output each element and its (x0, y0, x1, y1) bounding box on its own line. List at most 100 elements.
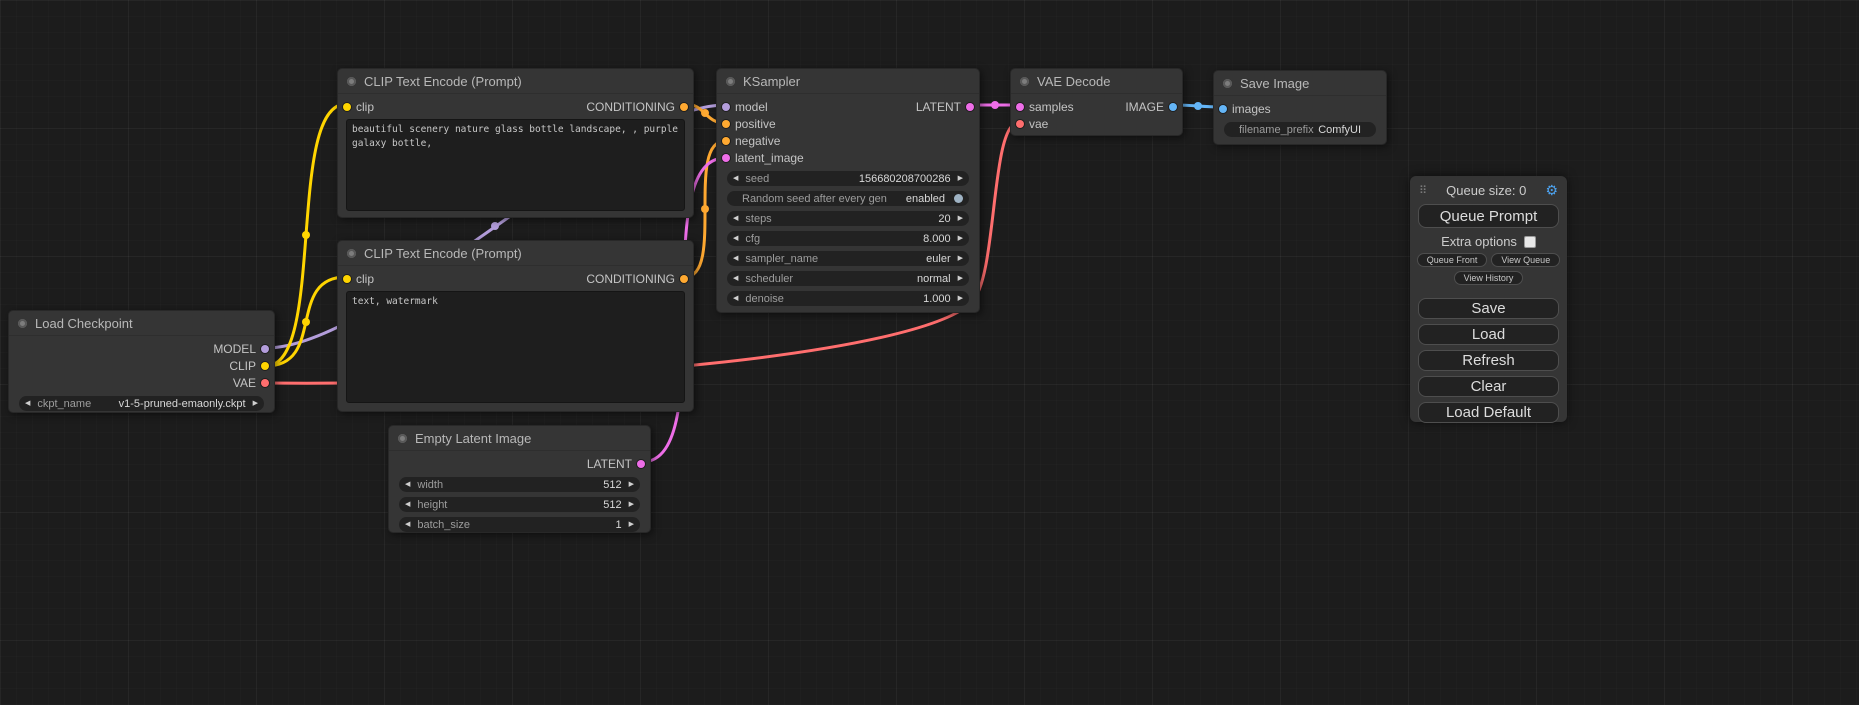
scheduler-widget[interactable]: ◀ scheduler normal ▶ (727, 271, 969, 286)
node-titlebar[interactable]: Load Checkpoint (9, 311, 274, 336)
node-vae-decode[interactable]: VAE Decode samples IMAGE vae (1010, 68, 1183, 136)
queue-front-button[interactable]: Queue Front (1417, 253, 1488, 267)
decrement-arrow-icon[interactable]: ◀ (25, 400, 30, 407)
output-slot-vae[interactable]: VAE (233, 376, 269, 390)
steps-widget[interactable]: ◀ steps 20 ▶ (727, 211, 969, 226)
input-slot-clip[interactable]: clip (343, 272, 374, 286)
output-slot-image[interactable]: IMAGE (1125, 100, 1177, 114)
ckpt-name-widget[interactable]: ◀ ckpt_name v1-5-pruned-emaonly.ckpt ▶ (19, 396, 264, 411)
node-save-image[interactable]: Save Image images filename_prefix ComfyU… (1213, 70, 1387, 145)
save-button[interactable]: Save (1418, 298, 1559, 319)
collapse-toggle-icon[interactable] (1020, 77, 1029, 86)
output-slot-conditioning[interactable]: CONDITIONING (586, 272, 688, 286)
decrement-arrow-icon[interactable]: ◀ (405, 521, 410, 528)
latent-port-icon[interactable] (637, 460, 645, 468)
image-port-icon[interactable] (1219, 105, 1227, 113)
random-seed-toggle-widget[interactable]: Random seed after every gen enabled (727, 191, 969, 206)
increment-arrow-icon[interactable]: ▶ (253, 400, 258, 407)
node-load-checkpoint[interactable]: Load Checkpoint MODEL CLIP VAE ◀ ckpt_na… (8, 310, 275, 413)
output-slot-model[interactable]: MODEL (213, 342, 269, 356)
input-slot-model[interactable]: model (722, 100, 768, 114)
output-slot-conditioning[interactable]: CONDITIONING (586, 100, 688, 114)
positive-prompt-textarea[interactable]: beautiful scenery nature glass bottle la… (346, 119, 685, 211)
collapse-toggle-icon[interactable] (398, 434, 407, 443)
node-titlebar[interactable]: Save Image (1214, 71, 1386, 96)
input-slot-samples[interactable]: samples (1016, 100, 1074, 114)
image-port-icon[interactable] (1169, 103, 1177, 111)
denoise-widget[interactable]: ◀ denoise 1.000 ▶ (727, 291, 969, 306)
node-titlebar[interactable]: Empty Latent Image (389, 426, 650, 451)
increment-arrow-icon[interactable]: ▶ (629, 481, 634, 488)
decrement-arrow-icon[interactable]: ◀ (733, 255, 738, 262)
wire-model-midpoint-dot[interactable] (491, 222, 499, 230)
decrement-arrow-icon[interactable]: ◀ (733, 275, 738, 282)
conditioning-port-icon[interactable] (722, 137, 730, 145)
wire-samples-midpoint-dot[interactable] (991, 101, 999, 109)
input-slot-positive[interactable]: positive (722, 117, 776, 131)
clear-button[interactable]: Clear (1418, 376, 1559, 397)
refresh-button[interactable]: Refresh (1418, 350, 1559, 371)
increment-arrow-icon[interactable]: ▶ (958, 215, 963, 222)
node-titlebar[interactable]: VAE Decode (1011, 69, 1182, 94)
wire-image-midpoint-dot[interactable] (1194, 102, 1202, 110)
toggle-knob-icon[interactable] (954, 194, 963, 203)
decrement-arrow-icon[interactable]: ◀ (733, 235, 738, 242)
collapse-toggle-icon[interactable] (347, 77, 356, 86)
latent-port-icon[interactable] (1016, 103, 1024, 111)
node-titlebar[interactable]: CLIP Text Encode (Prompt) (338, 241, 693, 266)
increment-arrow-icon[interactable]: ▶ (629, 501, 634, 508)
seed-widget[interactable]: ◀ seed 156680208700286 ▶ (727, 171, 969, 186)
increment-arrow-icon[interactable]: ▶ (958, 255, 963, 262)
conditioning-port-icon[interactable] (680, 275, 688, 283)
node-clip-text-encode-negative[interactable]: CLIP Text Encode (Prompt) clip CONDITION… (337, 240, 694, 412)
input-slot-latent-image[interactable]: latent_image (722, 151, 804, 165)
load-default-button[interactable]: Load Default (1418, 402, 1559, 423)
node-titlebar[interactable]: KSampler (717, 69, 979, 94)
height-widget[interactable]: ◀ height 512 ▶ (399, 497, 640, 512)
load-button[interactable]: Load (1418, 324, 1559, 345)
model-port-icon[interactable] (261, 345, 269, 353)
wire-clip-positive-midpoint-dot[interactable] (302, 231, 310, 239)
view-history-button[interactable]: View History (1454, 271, 1524, 285)
collapse-toggle-icon[interactable] (726, 77, 735, 86)
view-queue-button[interactable]: View Queue (1491, 253, 1560, 267)
width-widget[interactable]: ◀ width 512 ▶ (399, 477, 640, 492)
increment-arrow-icon[interactable]: ▶ (958, 295, 963, 302)
node-ksampler[interactable]: KSampler model LATENT positive negative … (716, 68, 980, 313)
conditioning-port-icon[interactable] (722, 120, 730, 128)
output-slot-clip[interactable]: CLIP (229, 359, 269, 373)
wire-clip-negative-midpoint-dot[interactable] (302, 318, 310, 326)
collapse-toggle-icon[interactable] (1223, 79, 1232, 88)
queue-prompt-button[interactable]: Queue Prompt (1418, 204, 1559, 228)
wire-conditioning-negative-midpoint-dot[interactable] (701, 205, 709, 213)
filename-prefix-widget[interactable]: filename_prefix ComfyUI (1224, 122, 1376, 137)
input-slot-images[interactable]: images (1219, 102, 1271, 116)
input-slot-negative[interactable]: negative (722, 134, 780, 148)
decrement-arrow-icon[interactable]: ◀ (733, 215, 738, 222)
node-clip-text-encode-positive[interactable]: CLIP Text Encode (Prompt) clip CONDITION… (337, 68, 694, 218)
increment-arrow-icon[interactable]: ▶ (958, 175, 963, 182)
decrement-arrow-icon[interactable]: ◀ (405, 481, 410, 488)
cfg-widget[interactable]: ◀ cfg 8.000 ▶ (727, 231, 969, 246)
latent-port-icon[interactable] (722, 154, 730, 162)
clip-port-icon[interactable] (343, 275, 351, 283)
decrement-arrow-icon[interactable]: ◀ (405, 501, 410, 508)
decrement-arrow-icon[interactable]: ◀ (733, 175, 738, 182)
input-slot-clip[interactable]: clip (343, 100, 374, 114)
vae-port-icon[interactable] (1016, 120, 1024, 128)
clip-port-icon[interactable] (261, 362, 269, 370)
collapse-toggle-icon[interactable] (18, 319, 27, 328)
clip-port-icon[interactable] (343, 103, 351, 111)
decrement-arrow-icon[interactable]: ◀ (733, 295, 738, 302)
wire-conditioning-positive-midpoint-dot[interactable] (701, 109, 709, 117)
collapse-toggle-icon[interactable] (347, 249, 356, 258)
model-port-icon[interactable] (722, 103, 730, 111)
increment-arrow-icon[interactable]: ▶ (629, 521, 634, 528)
output-slot-latent[interactable]: LATENT (916, 100, 974, 114)
increment-arrow-icon[interactable]: ▶ (958, 275, 963, 282)
negative-prompt-textarea[interactable]: text, watermark (346, 291, 685, 403)
drag-handle-icon[interactable]: ⠿ (1419, 184, 1427, 197)
batch-size-widget[interactable]: ◀ batch_size 1 ▶ (399, 517, 640, 532)
node-titlebar[interactable]: CLIP Text Encode (Prompt) (338, 69, 693, 94)
settings-gear-icon[interactable]: ⚙ (1545, 183, 1558, 197)
